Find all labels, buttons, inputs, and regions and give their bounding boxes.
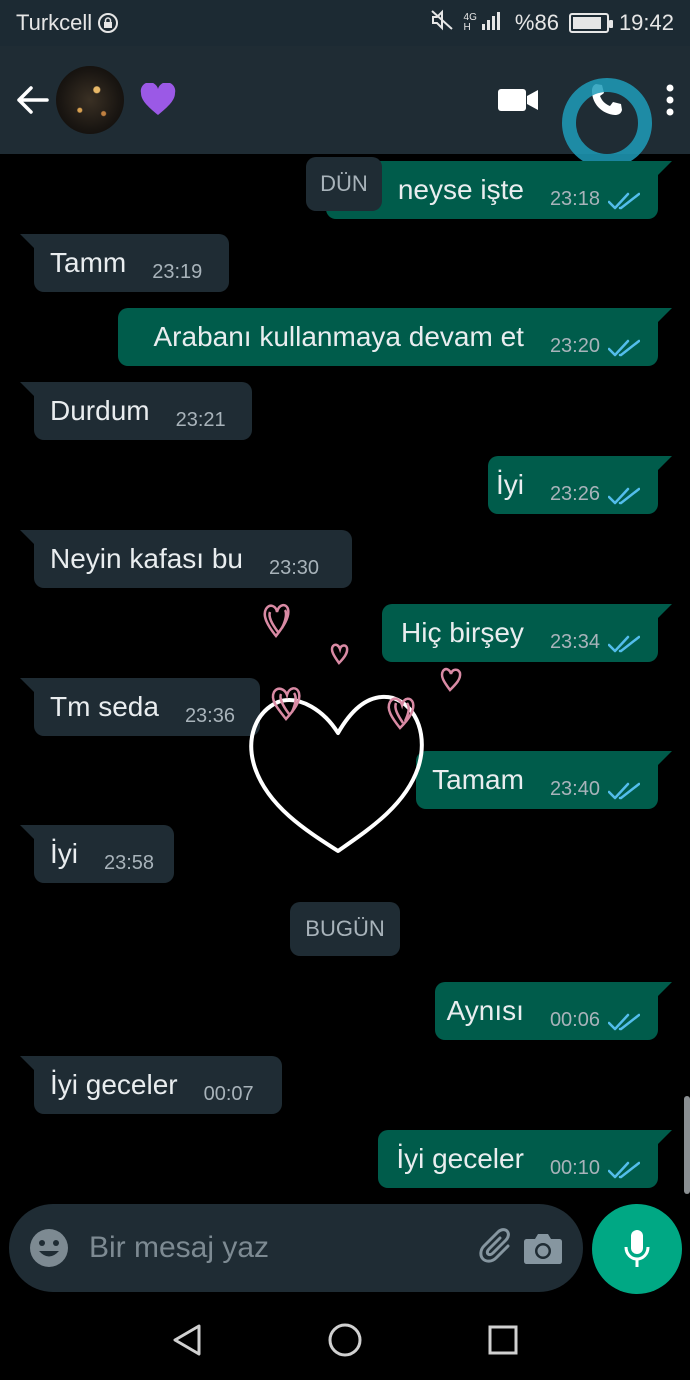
nav-home-icon xyxy=(328,1323,362,1357)
mute-icon xyxy=(430,9,454,37)
message-time: 00:07 xyxy=(203,1083,254,1105)
avatar[interactable] xyxy=(56,66,124,134)
read-receipt-icon xyxy=(608,634,640,662)
message-text: Neyin kafası bu xyxy=(50,543,243,574)
message-time: 23:30 xyxy=(269,557,320,579)
more-options-icon xyxy=(666,84,674,116)
message-text: Aynısı xyxy=(446,995,524,1026)
read-receipt-icon xyxy=(608,1012,640,1040)
message-time: 23:36 xyxy=(184,705,235,727)
message-text: İyi geceler xyxy=(396,1143,524,1174)
incoming-message[interactable]: Tm seda 23:36 xyxy=(20,678,260,736)
read-receipt-icon xyxy=(608,1160,640,1188)
message-time: 23:40 xyxy=(549,778,600,800)
signal-icon xyxy=(481,9,505,37)
read-receipt-icon xyxy=(608,191,640,219)
double-check-icon xyxy=(608,339,640,357)
outgoing-message[interactable]: İyi geceler 00:10 xyxy=(378,1130,672,1188)
message-text: Durdum xyxy=(50,395,150,426)
date-separator-today: BUGÜN xyxy=(290,902,400,956)
network-type: 4G H xyxy=(463,12,477,33)
outgoing-message[interactable]: İyi 23:26 xyxy=(488,456,672,514)
message-input[interactable] xyxy=(89,1231,475,1265)
message-time: 23:58 xyxy=(104,852,155,874)
nav-home-button[interactable] xyxy=(321,1316,369,1364)
chat-scrollbar[interactable] xyxy=(684,1096,690,1194)
message-text: neyse işte xyxy=(397,174,524,205)
message-text: Hiç birşey xyxy=(401,617,524,648)
incoming-message[interactable]: Durdum 23:21 xyxy=(20,382,252,440)
incoming-message[interactable]: İyi geceler 00:07 xyxy=(20,1056,282,1114)
emoji-button[interactable] xyxy=(29,1227,69,1269)
contact-name[interactable] xyxy=(138,80,178,120)
double-check-icon xyxy=(608,635,640,653)
message-text: İyi xyxy=(495,469,524,500)
double-check-icon xyxy=(608,192,640,210)
date-separator-yesterday: DÜN xyxy=(306,157,382,211)
nav-back-button[interactable] xyxy=(163,1316,211,1364)
message-time: 23:26 xyxy=(549,483,600,505)
carrier-name: Turkcell xyxy=(16,10,93,35)
outgoing-message[interactable]: Hiç birşey 23:34 xyxy=(382,604,672,662)
message-text: Tm seda xyxy=(50,691,159,722)
battery-percent: %86 xyxy=(514,10,559,35)
nav-back-icon xyxy=(173,1324,201,1356)
message-time: 00:10 xyxy=(549,1157,600,1179)
emoji-icon xyxy=(30,1229,68,1267)
message-time: 23:21 xyxy=(175,409,226,431)
incoming-message[interactable]: Tamm 23:19 xyxy=(20,234,229,292)
chat-header xyxy=(0,46,690,154)
video-call-icon xyxy=(498,89,538,111)
double-check-icon xyxy=(608,1013,640,1031)
purple-heart-icon xyxy=(140,83,176,115)
back-arrow-icon[interactable] xyxy=(2,70,62,130)
voice-call-icon xyxy=(592,84,622,115)
double-check-icon xyxy=(608,782,640,800)
clock: 19:42 xyxy=(618,10,674,35)
camera-button[interactable] xyxy=(520,1218,565,1278)
paperclip-icon xyxy=(478,1228,510,1263)
read-receipt-icon xyxy=(608,781,640,809)
message-time: 23:19 xyxy=(152,261,203,283)
message-text: Tamam xyxy=(432,764,524,795)
outgoing-message[interactable]: Tamam 23:40 xyxy=(416,751,672,809)
message-text: İyi xyxy=(50,838,78,869)
carrier: Turkcell xyxy=(16,10,119,36)
voice-call-button[interactable] xyxy=(562,65,650,135)
outgoing-message[interactable]: Aynısı 00:06 xyxy=(435,982,672,1040)
attach-button[interactable] xyxy=(475,1218,520,1278)
message-time: 00:06 xyxy=(549,1009,600,1031)
read-receipt-icon xyxy=(608,486,640,514)
lock-icon xyxy=(98,13,119,33)
system-nav-bar xyxy=(0,1300,690,1380)
microphone-icon xyxy=(624,1230,650,1267)
more-options-button[interactable] xyxy=(650,65,690,135)
message-time: 23:20 xyxy=(549,335,600,357)
double-check-icon xyxy=(608,1161,640,1179)
outgoing-message[interactable]: Arabanı kullanmaya devam et 23:20 xyxy=(118,308,672,366)
status-bar: Turkcell 4G H %86 19:42 xyxy=(0,0,690,46)
battery-icon xyxy=(568,13,613,33)
incoming-message[interactable]: İyi 23:58 xyxy=(20,825,174,883)
chat-area[interactable]: neyse işte 23:18 Tamm 23:19 Arabanı kullanma… xyxy=(0,154,690,1200)
message-text: Arabanı kullanmaya devam et xyxy=(153,321,524,352)
message-composer xyxy=(9,1204,583,1292)
message-time: 23:18 xyxy=(549,188,600,210)
video-call-button[interactable] xyxy=(474,65,562,135)
message-text: İyi geceler xyxy=(50,1069,178,1100)
incoming-message[interactable]: Neyin kafası bu 23:30 xyxy=(20,530,352,588)
double-check-icon xyxy=(608,487,640,505)
message-text: Tamm xyxy=(50,247,127,278)
nav-recents-icon xyxy=(488,1325,518,1355)
camera-icon xyxy=(523,1234,562,1264)
voice-record-button[interactable] xyxy=(592,1204,682,1294)
nav-recents-button[interactable] xyxy=(479,1316,527,1364)
read-receipt-icon xyxy=(608,338,640,366)
message-time: 23:34 xyxy=(549,631,600,653)
